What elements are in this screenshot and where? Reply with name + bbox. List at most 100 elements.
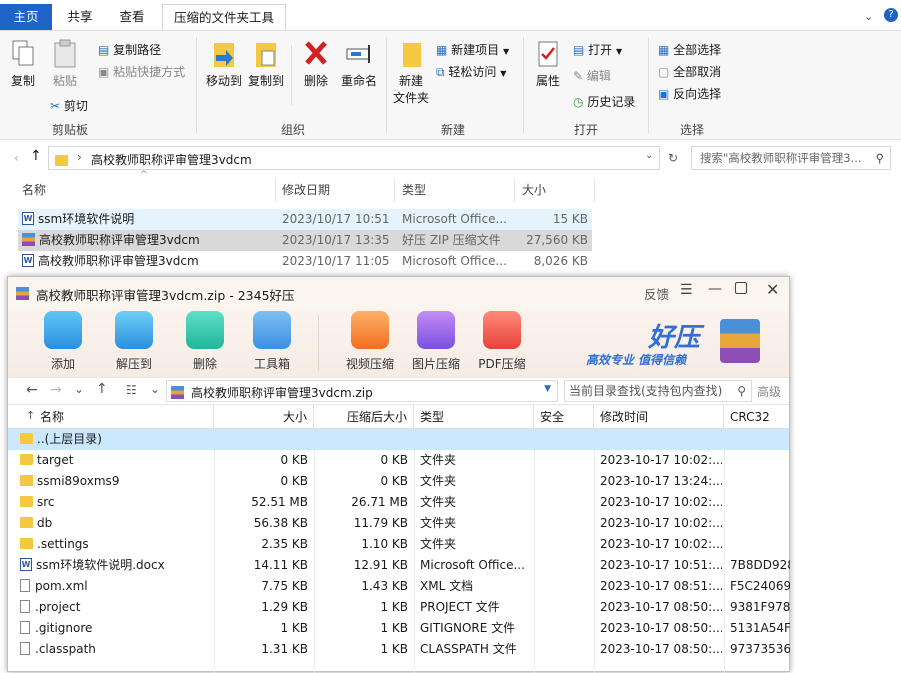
dropdown-arrow-icon[interactable]: ▼ bbox=[544, 384, 551, 394]
haozip-row[interactable]: ssmi89oxms9 0 KB 0 KB 文件夹 2023-10-17 13:24:.… bbox=[8, 471, 789, 492]
paste-button[interactable]: 粘贴 bbox=[48, 39, 82, 89]
entry-packed-size: 26.71 MB bbox=[351, 495, 408, 509]
edit-button[interactable]: ✎ 编辑 bbox=[573, 67, 611, 84]
haozip-row[interactable]: db 56.38 KB 11.79 KB 文件夹 2023-10-17 10:02:..… bbox=[8, 513, 789, 534]
haozip-row[interactable]: target 0 KB 0 KB 文件夹 2023-10-17 10:02:... bbox=[8, 450, 789, 471]
column-modified[interactable]: 修改时间 bbox=[594, 405, 724, 429]
menu-icon[interactable]: ☰ bbox=[680, 282, 693, 298]
easy-access-button[interactable]: ⧉ 轻松访问 ▼ bbox=[436, 63, 506, 80]
chevron-down-icon[interactable]: ⌄ bbox=[74, 382, 84, 396]
select-all-button[interactable]: ▦ 全部选择 bbox=[658, 41, 721, 58]
history-label: 历史记录 bbox=[587, 95, 636, 109]
haozip-row[interactable]: .project 1.29 KB 1 KB PROJECT 文件 2023-10-17 … bbox=[8, 597, 790, 618]
add-button[interactable]: 添加 bbox=[38, 311, 88, 372]
entry-type: Microsoft Office... bbox=[420, 558, 525, 572]
search-icon[interactable]: ⚲ bbox=[737, 381, 746, 401]
delete-button[interactable]: 删除 bbox=[298, 39, 334, 89]
help-icon[interactable]: ? bbox=[884, 8, 898, 22]
toolbox-button[interactable]: 工具箱 bbox=[246, 311, 298, 372]
copy-button[interactable]: 复制 bbox=[6, 39, 40, 89]
up-arrow-icon[interactable]: ↑ bbox=[30, 148, 42, 164]
file-type: Microsoft Office... bbox=[402, 212, 507, 226]
entry-packed-size: 0 KB bbox=[380, 474, 408, 488]
extract-label: 解压到 bbox=[115, 357, 152, 371]
paste-shortcut-button[interactable]: ▣ 粘贴快捷方式 bbox=[98, 63, 185, 80]
haozip-row[interactable]: .gitignore 1 KB 1 KB GITIGNORE 文件 2023-10-17… bbox=[8, 618, 790, 639]
minimize-icon[interactable]: — bbox=[708, 281, 722, 297]
haozip-window: 高校教师职称评审管理3vdcm.zip - 2345好压 反馈 ☰ — ✕ 添加… bbox=[7, 276, 790, 673]
column-type[interactable]: 类型 bbox=[414, 405, 534, 429]
haozip-search-input[interactable]: 当前目录查找(支持包内查找) ⚲ bbox=[564, 380, 752, 402]
search-icon[interactable]: ⚲ bbox=[876, 147, 884, 169]
new-folder-button[interactable]: 新建 文件夹 bbox=[392, 39, 430, 106]
up-arrow-icon[interactable]: ↑ bbox=[96, 381, 108, 397]
entry-modified: 2023-10-17 10:02:... bbox=[600, 495, 722, 509]
column-type[interactable]: 类型 bbox=[402, 176, 512, 204]
search-input[interactable]: 搜索"高校教师职称评审管理3... ⚲ bbox=[691, 146, 891, 170]
tab-share[interactable]: 共享 bbox=[52, 4, 108, 30]
chevron-down-icon[interactable]: ⌄ bbox=[645, 150, 653, 161]
entry-name: db bbox=[37, 516, 53, 530]
address-path[interactable]: 高校教师职称评审管理3vdcm bbox=[91, 151, 252, 168]
video-compress-button[interactable]: 视频压缩 bbox=[340, 311, 400, 372]
haozip-path-input[interactable]: 高校教师职称评审管理3vdcm.zip ▼ bbox=[166, 380, 558, 402]
close-icon[interactable]: ✕ bbox=[766, 280, 779, 299]
haozip-row[interactable]: Wssm环境软件说明.docx 14.11 KB 12.91 KB Microsoft… bbox=[8, 555, 790, 576]
column-size[interactable]: 大小 bbox=[522, 176, 592, 204]
brand-logo-text: 好压 bbox=[648, 323, 701, 353]
properties-button[interactable]: 属性 bbox=[530, 39, 566, 89]
new-item-button[interactable]: ▦ 新建项目 ▼ bbox=[436, 41, 509, 58]
open-icon: ▤ bbox=[573, 43, 585, 57]
file-row[interactable]: W 高校教师职称评审管理3vdcm 2023/10/17 11:05 Micros… bbox=[18, 251, 592, 272]
haozip-row[interactable]: pom.xml 7.75 KB 1.43 KB XML 文档 2023-10-17 08… bbox=[8, 576, 790, 597]
invert-selection-button[interactable]: ▣ 反向选择 bbox=[658, 85, 721, 102]
file-row[interactable]: Wssm环境软件说明 2023/10/17 10:51 Microsoft Of… bbox=[18, 209, 592, 230]
column-date[interactable]: 修改日期 bbox=[282, 176, 392, 204]
new-folder-label-2: 文件夹 bbox=[392, 91, 429, 105]
dropdown-arrow-icon: ▼ bbox=[503, 47, 510, 56]
tab-compressed-folder-tools[interactable]: 压缩的文件夹工具 bbox=[162, 4, 286, 30]
history-button[interactable]: ◷ 历史记录 bbox=[573, 93, 635, 110]
chevron-down-icon[interactable]: ⌄ bbox=[150, 382, 160, 396]
column-security[interactable]: 安全 bbox=[534, 405, 594, 429]
tab-view[interactable]: 查看 bbox=[108, 4, 156, 30]
back-arrow-icon[interactable]: ← bbox=[26, 382, 38, 398]
paste-shortcut-label: 粘贴快捷方式 bbox=[113, 65, 186, 79]
select-none-button[interactable]: ▢ 全部取消 bbox=[658, 63, 721, 80]
entry-size: 1 KB bbox=[280, 621, 308, 635]
haozip-row[interactable]: src 52.51 MB 26.71 MB 文件夹 2023-10-17 10:02:.… bbox=[8, 492, 789, 513]
back-arrow-icon[interactable]: ‹ bbox=[14, 151, 19, 165]
copy-path-button[interactable]: ▤ 复制路径 bbox=[98, 41, 161, 58]
chevron-down-icon[interactable]: ⌄ bbox=[864, 10, 873, 23]
haozip-row[interactable]: .classpath 1.31 KB 1 KB CLASSPATH 文件 2023-10… bbox=[8, 639, 790, 660]
file-type: 好压 ZIP 压缩文件 bbox=[402, 233, 501, 247]
forward-arrow-icon[interactable]: → bbox=[50, 382, 62, 398]
file-size: 27,560 KB bbox=[526, 233, 588, 247]
maximize-icon[interactable] bbox=[735, 282, 747, 294]
address-bar[interactable]: › 高校教师职称评审管理3vdcm ⌄ bbox=[48, 146, 660, 170]
image-compress-button[interactable]: 图片压缩 bbox=[406, 311, 466, 372]
cut-button[interactable]: ✂ 剪切 bbox=[50, 97, 88, 114]
open-button[interactable]: ▤ 打开 ▼ bbox=[573, 41, 622, 58]
column-name[interactable]: 名称 bbox=[22, 176, 274, 204]
advanced-search-link[interactable]: 高级 bbox=[757, 383, 781, 400]
haozip-row[interactable]: .settings 2.35 KB 1.10 KB 文件夹 2023-10-17 10:… bbox=[8, 534, 789, 555]
extract-button[interactable]: 解压到 bbox=[108, 311, 160, 372]
copy-to-button[interactable]: 复制到 bbox=[246, 39, 286, 89]
column-name[interactable]: 名称 bbox=[38, 405, 214, 429]
haozip-row[interactable]: ..(上层目录) bbox=[8, 429, 789, 450]
feedback-link[interactable]: 反馈 bbox=[644, 284, 669, 303]
tab-home[interactable]: 主页 bbox=[0, 4, 52, 30]
select-none-icon: ▢ bbox=[658, 65, 670, 79]
refresh-icon[interactable]: ↻ bbox=[664, 148, 682, 168]
column-packed-size[interactable]: 压缩后大小 bbox=[314, 405, 414, 429]
file-row[interactable]: 高校教师职称评审管理3vdcm 2023/10/17 13:35 好压 ZIP … bbox=[18, 230, 592, 251]
column-size[interactable]: 大小 bbox=[214, 405, 314, 429]
sort-up-arrow-icon: ↑ bbox=[26, 409, 36, 422]
move-to-button[interactable]: 移动到 bbox=[204, 39, 244, 89]
rename-button[interactable]: 重命名 bbox=[338, 39, 380, 89]
view-mode-icon[interactable]: ☷ bbox=[126, 383, 137, 397]
column-crc32[interactable]: CRC32 bbox=[724, 405, 789, 429]
pdf-compress-button[interactable]: PDF压缩 bbox=[472, 311, 532, 372]
haozip-delete-button[interactable]: 删除 bbox=[180, 311, 230, 372]
